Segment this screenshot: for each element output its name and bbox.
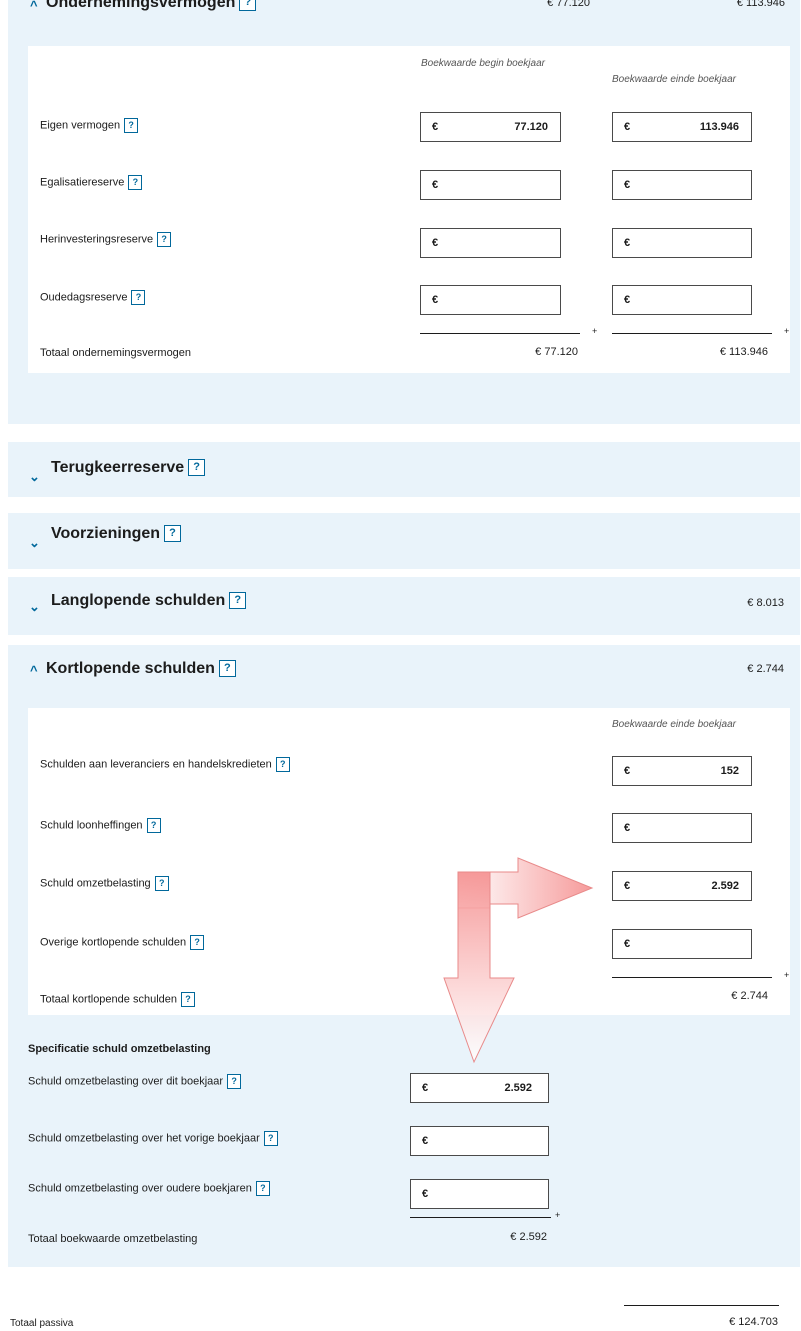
annotation-arrows xyxy=(443,857,594,1064)
